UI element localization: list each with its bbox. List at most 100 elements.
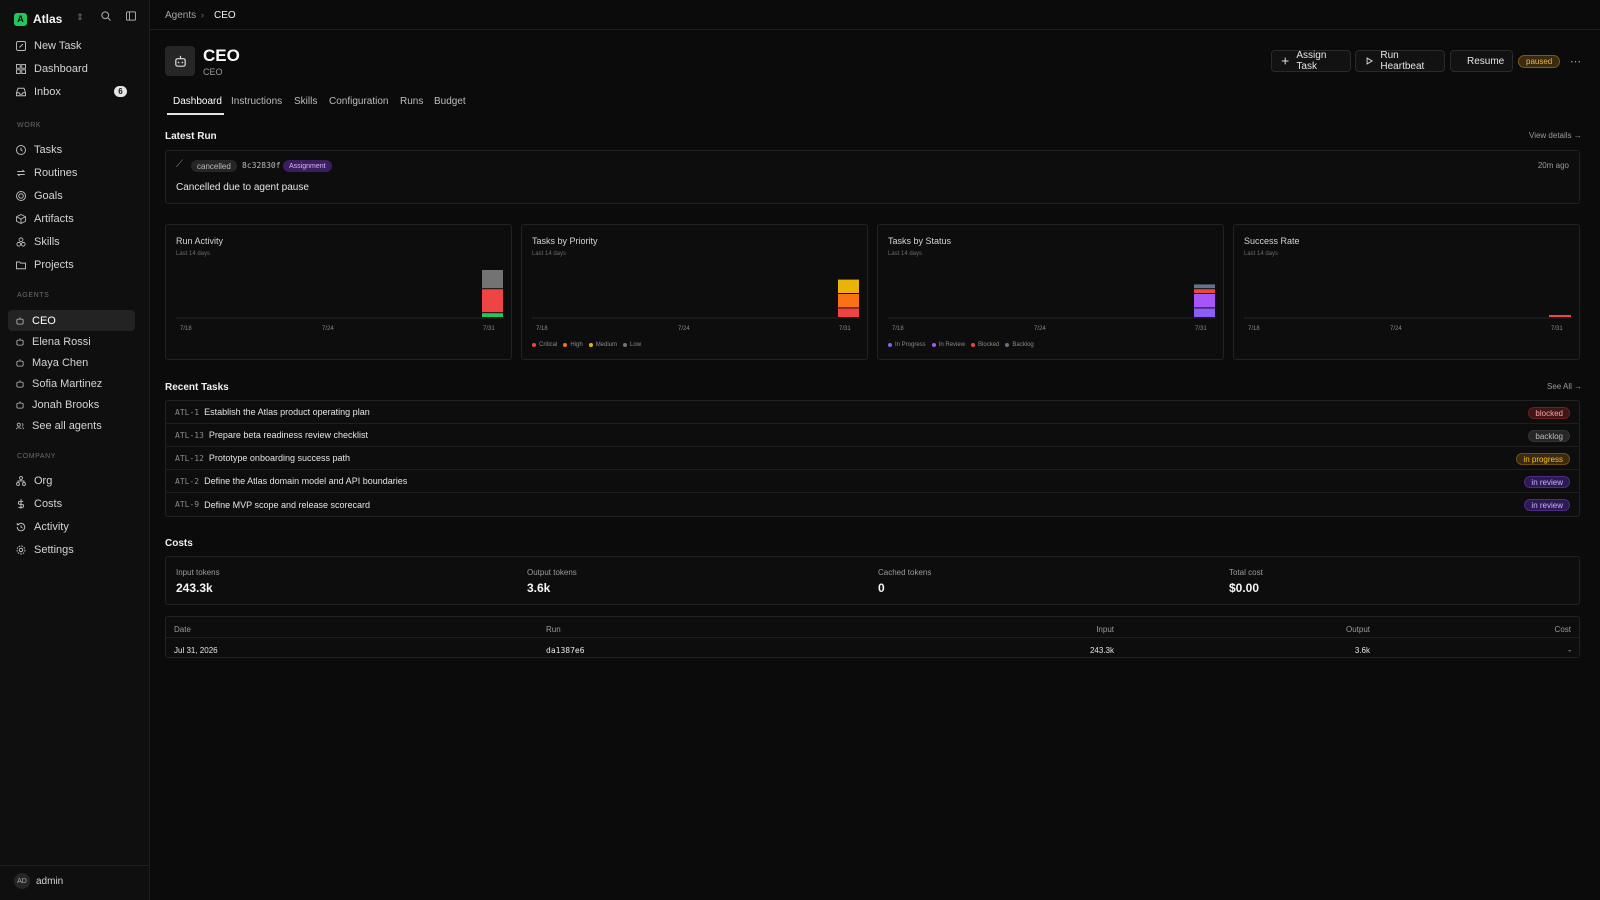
see-all-tasks-link[interactable]: See All →	[1547, 382, 1582, 391]
circle-icon	[16, 144, 26, 155]
chart-tick-label: 7/31	[483, 326, 495, 332]
sidebar-item-routines[interactable]: Routines	[8, 162, 135, 183]
chart-plot	[888, 284, 1215, 319]
input-tokens-label: Input tokens	[176, 568, 220, 577]
chart-bar-segment-blocked	[1194, 289, 1215, 293]
section-label-agents: AGENTS	[17, 292, 50, 299]
status-badge: backlog	[1528, 430, 1570, 442]
legend-label: Low	[630, 342, 642, 348]
sidebar-agent-maya-chen[interactable]: Maya Chen	[8, 352, 135, 373]
chart-card-tasks-by-priority: Tasks by Priority Last 14 days 7/18 7/24 7/3…	[521, 224, 868, 360]
sidebar-item-label: CEO	[32, 314, 56, 327]
latest-run-card[interactable]: ⟋ cancelled 8c32830f Assignment 20m ago …	[165, 150, 1580, 204]
legend-swatch	[623, 343, 628, 347]
tab-instructions[interactable]: Instructions	[231, 96, 282, 107]
table-row[interactable]: ATL-9 Define MVP scope and release scorec…	[165, 493, 1580, 516]
sidebar-item-inbox[interactable]: Inbox 6	[8, 81, 135, 102]
org-icon	[16, 475, 26, 486]
slash-icon: ⟋	[176, 159, 183, 170]
chart-tick-label: 7/18	[892, 326, 904, 332]
top-bar: Agents › CEO	[150, 0, 1600, 30]
legend-item-in-review: In Review	[931, 342, 965, 348]
sidebar-item-goals[interactable]: Goals	[8, 185, 135, 206]
legend-item-low: Low	[623, 342, 641, 348]
tab-budget[interactable]: Budget	[434, 96, 466, 107]
chart-tick-label: 7/31	[1551, 326, 1563, 332]
run-heartbeat-button[interactable]: Run Heartbeat	[1355, 50, 1445, 72]
legend-swatch	[532, 343, 536, 347]
sidebar-agent-elena-rossi[interactable]: Elena Rossi	[8, 331, 135, 352]
users-icon	[15, 422, 25, 429]
chart-bar-segment-in-review	[1194, 294, 1215, 308]
breadcrumb-current: CEO	[214, 10, 236, 21]
sidebar-item-label: Routines	[34, 166, 78, 179]
table-row[interactable]: ATL-13 Prepare beta readiness review chec…	[165, 424, 1580, 447]
view-details-link[interactable]: View details →	[1529, 131, 1582, 140]
chart-bar-segment-backlog	[1194, 284, 1215, 289]
tab-configuration[interactable]: Configuration	[329, 96, 388, 107]
play-icon	[1366, 57, 1374, 65]
chevron-updown-icon: ⇕	[76, 12, 84, 22]
breadcrumb-agents[interactable]: Agents	[165, 10, 196, 21]
table-row[interactable]: ATL-1 Establish the Atlas product operati…	[165, 401, 1580, 424]
resume-button[interactable]: Resume	[1450, 50, 1513, 72]
legend-swatch	[563, 343, 568, 347]
assign-task-button[interactable]: Assign Task	[1271, 50, 1351, 72]
sidebar-item-org[interactable]: Org	[8, 470, 135, 491]
table-row[interactable]: ATL-12 Prototype onboarding success path i…	[165, 447, 1580, 470]
legend-label: Blocked	[978, 342, 1000, 348]
sidebar-item-projects[interactable]: Projects	[8, 254, 135, 275]
chart-tick-label: 7/24	[1390, 326, 1402, 332]
status-badge: in review	[1524, 499, 1570, 511]
workspace-switcher[interactable]: A Atlas ⇕	[14, 8, 142, 30]
tab-skills[interactable]: Skills	[294, 96, 317, 107]
legend-label: Critical	[539, 342, 558, 348]
sidebar-agent-sofia-martinez[interactable]: Sofia Martinez	[8, 373, 135, 394]
tab-dashboard[interactable]: Dashboard	[173, 96, 222, 107]
edit-icon	[16, 40, 26, 51]
sidebar-item-settings[interactable]: Settings	[8, 539, 135, 560]
costs-summary-card: Input tokens 243.3k Output tokens 3.6k C…	[165, 556, 1580, 605]
user-menu[interactable]: AD admin	[14, 873, 63, 889]
sidebar-item-label: Goals	[34, 189, 63, 202]
sidebar-item-costs[interactable]: Costs	[8, 493, 135, 514]
sidebar-item-skills[interactable]: Skills	[8, 231, 135, 252]
run-status-pill: cancelled	[191, 160, 237, 172]
table-cell-output: 3.6k	[1354, 646, 1370, 655]
sidebar-item-label: Costs	[34, 497, 63, 510]
task-title: Establish the Atlas product operating pl…	[204, 407, 370, 417]
tab-runs[interactable]: Runs	[400, 96, 423, 107]
sidebar-item-label: Org	[34, 474, 53, 487]
bot-icon	[16, 358, 24, 367]
sidebar-item-label: Artifacts	[34, 212, 74, 225]
cached-tokens-label: Cached tokens	[878, 568, 932, 577]
run-id: 8c32830f	[242, 161, 281, 170]
legend-item-blocked: Blocked	[971, 342, 999, 348]
sidebar-item-label: Elena Rossi	[32, 335, 91, 348]
more-options-icon[interactable]: ⋯	[1570, 55, 1581, 68]
bot-icon	[16, 400, 24, 409]
history-icon	[16, 522, 26, 531]
sidebar-agent-ceo[interactable]: CEO	[8, 310, 135, 331]
sidebar-toggle-icon[interactable]	[125, 10, 141, 26]
sidebar-item-artifacts[interactable]: Artifacts	[8, 208, 135, 229]
sidebar-item-label: Jonah Brooks	[32, 398, 100, 411]
sidebar-see-all-agents[interactable]: See all agents	[8, 415, 135, 436]
table-cell-input: 243.3k	[1089, 646, 1114, 655]
task-id: ATL-2	[175, 476, 200, 486]
sidebar-item-activity[interactable]: Activity	[8, 516, 135, 537]
sidebar-item-dashboard[interactable]: Dashboard	[8, 58, 135, 79]
workspace-logo: A	[14, 12, 27, 26]
search-icon[interactable]	[100, 10, 116, 26]
sidebar-item-new-task[interactable]: New Task	[8, 35, 135, 56]
task-title: Prepare beta readiness review checklist	[208, 430, 368, 440]
sidebar-item-tasks[interactable]: Tasks	[8, 139, 135, 160]
legend-swatch	[588, 343, 593, 347]
sidebar: A Atlas ⇕ New Task Dashboard Inbox 6 WOR…	[0, 0, 150, 900]
resume-label: Resume	[1467, 55, 1505, 67]
sidebar-item-label: Activity	[34, 520, 69, 533]
table-row[interactable]: ATL-2 Define the Atlas domain model and A…	[165, 470, 1580, 493]
legend-swatch	[931, 343, 936, 347]
table-cell-run[interactable]: da1387e6	[546, 646, 585, 655]
sidebar-agent-jonah-brooks[interactable]: Jonah Brooks	[8, 394, 135, 415]
